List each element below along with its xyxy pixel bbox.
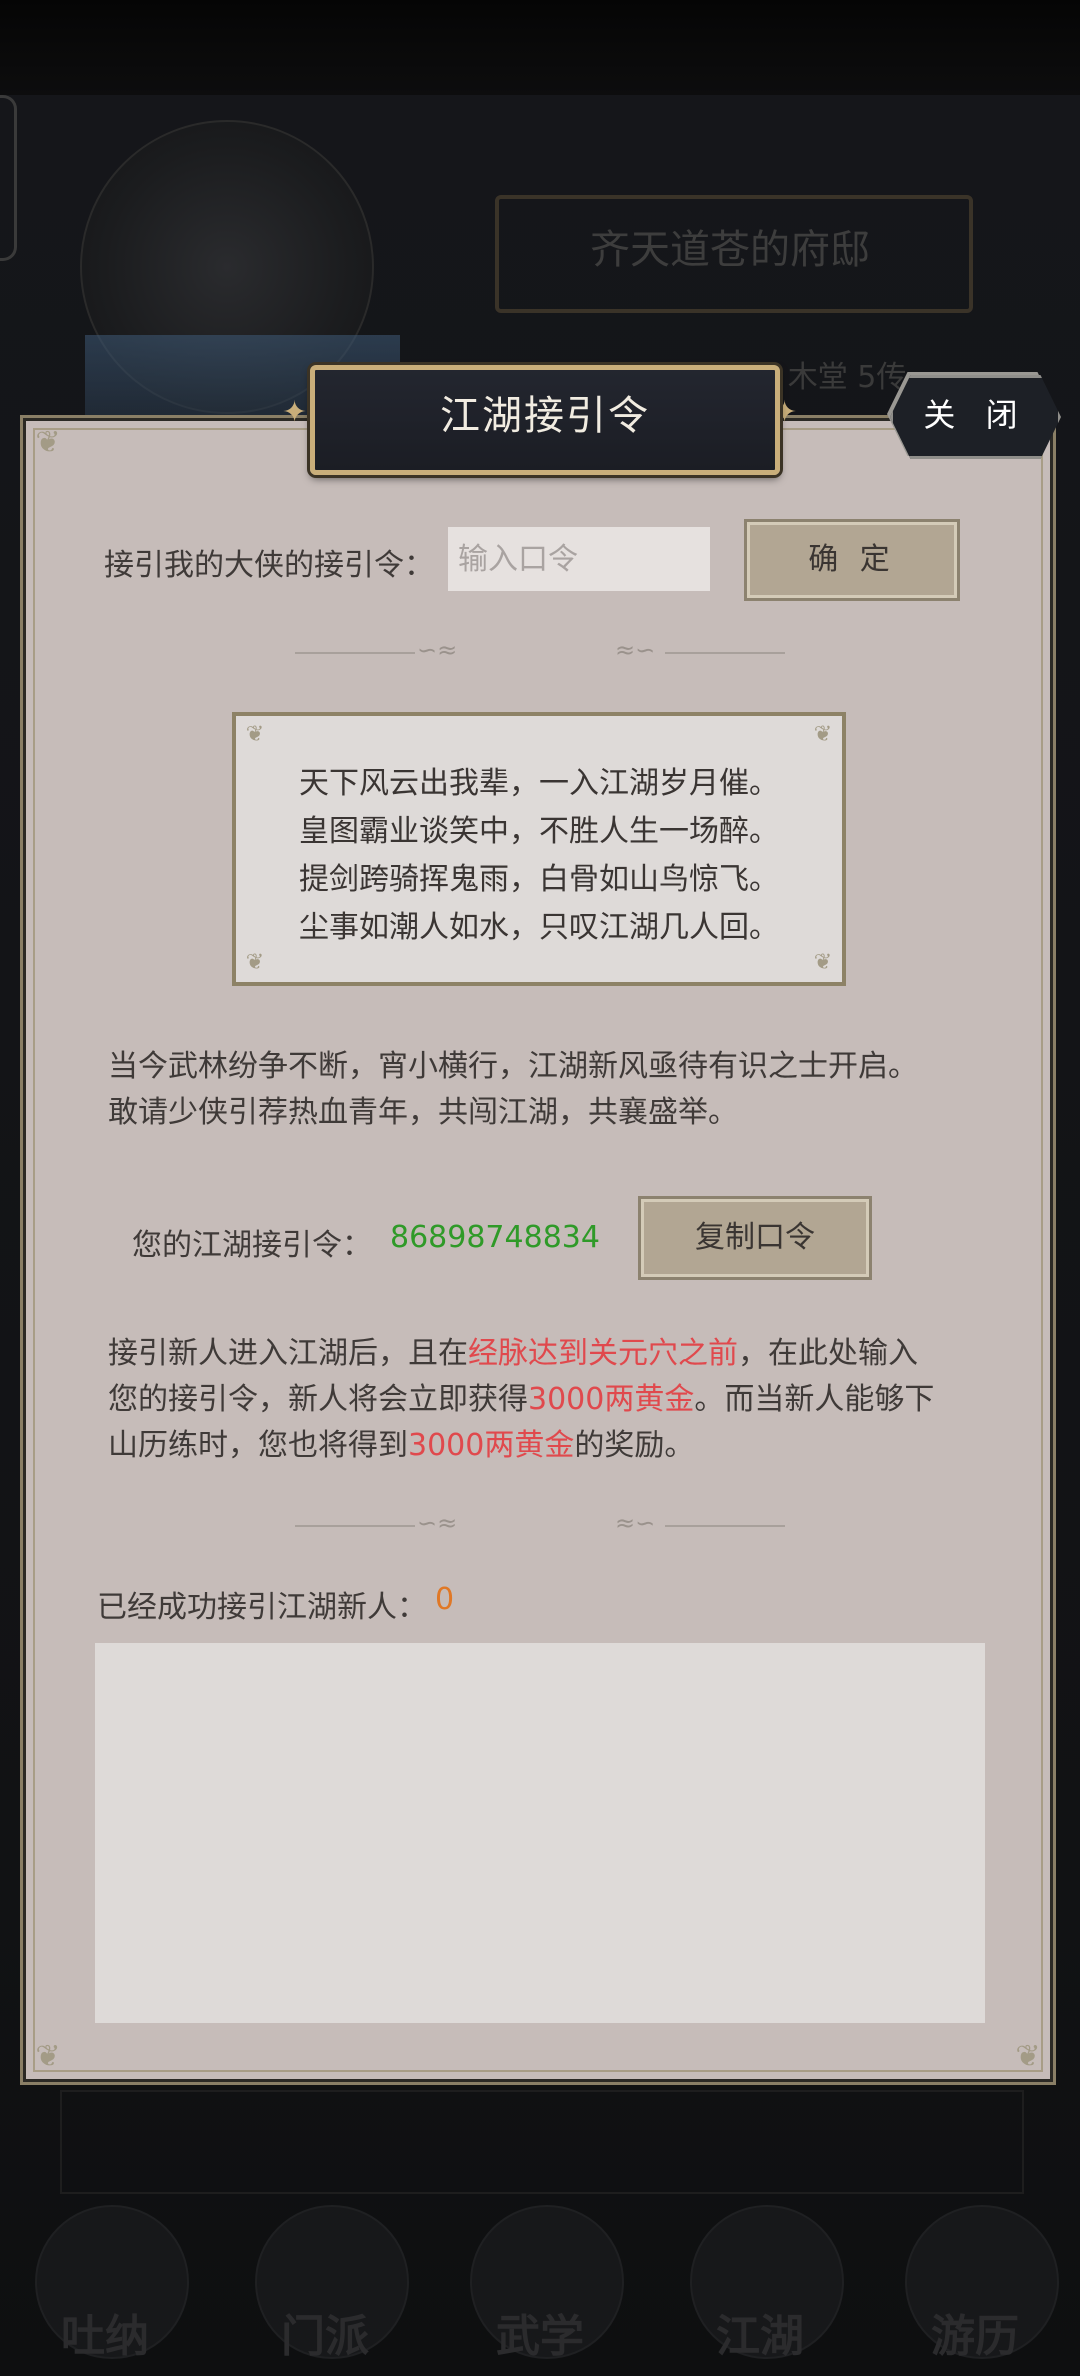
intro-text-line1: 当今武林纷争不断，宵小横行，江湖新风亟待有识之士开启。 (108, 1049, 918, 1084)
poem-line: 皇图霸业谈笑中，不胜人生一场醉。 (299, 814, 779, 849)
reward-text-line3: 山历练时，您也将得到3000两黄金的奖励。 (108, 1428, 695, 1463)
reward-amount-highlight: 3000两黄金 (408, 1428, 575, 1463)
invited-count-value: 0 (435, 1582, 455, 1617)
corner-ornament-icon: ❦ (1015, 2039, 1041, 2074)
reward-text-line2: 您的接引令，新人将会立即获得3000两黄金。而当新人能够下 (108, 1382, 935, 1417)
poem-line: 天下风云出我辈，一入江湖岁月催。 (299, 766, 779, 801)
invite-code-input[interactable] (448, 527, 710, 591)
corner-ornament-icon: ❦ (245, 950, 265, 975)
side-tab (0, 95, 17, 261)
reward-text-line1: 接引新人进入江湖后，且在经脉达到关元穴之前，在此处输入 (108, 1336, 918, 1371)
copy-code-button[interactable]: 复制口令 (638, 1196, 872, 1280)
divider: ∽≈ ≈∽ (295, 1509, 785, 1537)
nav-label-youli: 游历 (931, 2311, 1019, 2362)
nav-label-jianghu: 江湖 (716, 2311, 804, 2362)
corner-ornament-icon: ❦ (813, 950, 833, 975)
reward-condition-highlight: 经脉达到关元穴之前 (468, 1336, 738, 1371)
invite-code-label: 接引我的大侠的接引令： (104, 548, 434, 583)
invited-list[interactable] (95, 1643, 985, 2023)
intro-text-line2: 敢请少侠引荐热血青年，共闯江湖，共襄盛举。 (108, 1095, 738, 1130)
poem-box: ❦ ❦ ❦ ❦ 天下风云出我辈，一入江湖岁月催。 皇图霸业谈笑中，不胜人生一场醉… (232, 712, 846, 986)
confirm-button[interactable]: 确 定 (744, 519, 960, 601)
reward-amount-highlight: 3000两黄金 (528, 1382, 695, 1417)
title-ornament-left-icon: ✦ (282, 395, 308, 430)
nav-label-wuxue: 武学 (496, 2311, 584, 2362)
divider: ∽≈ ≈∽ (295, 636, 785, 664)
nav-label-menpai: 门派 (281, 2311, 369, 2362)
corner-ornament-icon: ❦ (245, 722, 265, 747)
invited-count-label: 已经成功接引江湖新人： (97, 1590, 427, 1625)
poem-line: 提剑跨骑挥鬼雨，白骨如山鸟惊飞。 (299, 862, 779, 897)
corner-ornament-icon: ❦ (813, 722, 833, 747)
corner-ornament-icon: ❦ (35, 2039, 61, 2074)
nav-label-tuna: 吐纳 (61, 2311, 149, 2362)
my-code-label: 您的江湖接引令： (132, 1228, 372, 1263)
close-button[interactable]: 关 闭 (890, 375, 1061, 459)
dialog-title-plate: 江湖接引令 (310, 365, 780, 475)
corner-ornament-icon: ❦ (35, 425, 61, 460)
dialog-title: 江湖接引令 (440, 393, 650, 439)
poem-line: 尘事如潮人如水，只叹江湖几人回。 (299, 910, 779, 945)
my-code-value: 86898748834 (390, 1220, 600, 1255)
mansion-title: 齐天道苍的府邸 (590, 227, 870, 273)
